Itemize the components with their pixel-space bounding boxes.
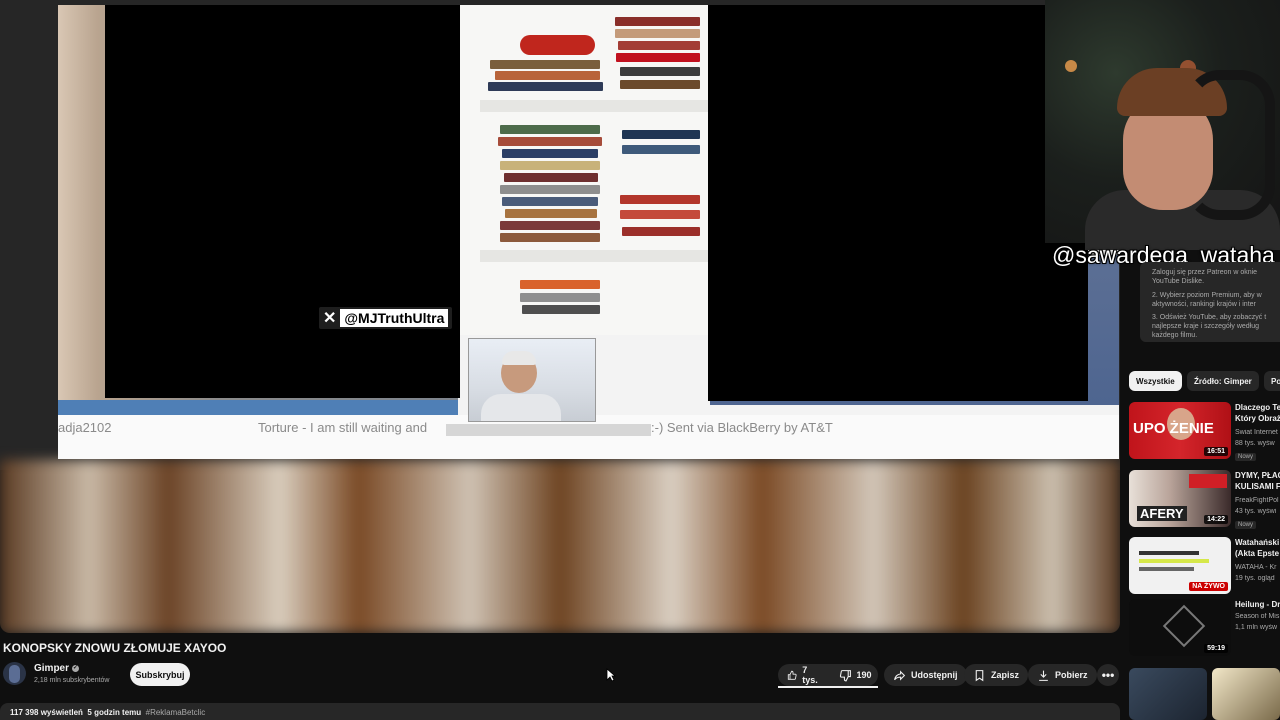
recommendation-stats: 88 tys. wyśw bbox=[1235, 440, 1275, 447]
video-blue-strip bbox=[58, 400, 458, 415]
thumbnail-text: UPO ŻENIE bbox=[1133, 420, 1214, 437]
recommendation-stats: 19 tys. ogląd bbox=[1235, 575, 1275, 582]
video-frame: adja2102 Torture - I am still waiting an… bbox=[58, 5, 1119, 459]
extension-text: 2. Wybierz poziom Premium, aby w bbox=[1152, 292, 1262, 299]
extension-text: najlepsze kraje i szczegóły według bbox=[1152, 323, 1259, 330]
extension-text: każdego filmu. bbox=[1152, 332, 1198, 339]
rune-icon bbox=[1162, 604, 1206, 648]
recommendation-thumbnail[interactable] bbox=[1212, 668, 1280, 720]
video-title: KONOPSKY ZNOWU ZŁOMUJE XAYOO bbox=[3, 641, 227, 655]
extension-text: YouTube Dislike. bbox=[1152, 278, 1205, 285]
streamer-webcam bbox=[1045, 0, 1280, 250]
recommendation-stats: 43 tys. wyświ bbox=[1235, 508, 1277, 515]
view-count: 117 398 wyświetleń bbox=[10, 708, 83, 717]
video-duration: 14:22 bbox=[1204, 515, 1228, 524]
caption-left: adja2102 bbox=[58, 420, 112, 435]
like-ratio-bar bbox=[778, 686, 878, 688]
share-button[interactable]: Udostępnij bbox=[884, 664, 967, 686]
save-label: Zapisz bbox=[991, 670, 1020, 680]
new-badge: Nowy bbox=[1235, 453, 1257, 461]
like-dislike-group: 7 tys. 190 bbox=[778, 664, 878, 686]
redacted-block-left bbox=[105, 5, 460, 398]
recommendation-channel[interactable]: Season of Mis bbox=[1235, 613, 1280, 620]
chip-all[interactable]: Wszystkie bbox=[1129, 371, 1182, 391]
recommendation-channel[interactable]: FreakFightPol bbox=[1235, 497, 1280, 504]
recommendation-thumbnail[interactable]: NA ŻYWO bbox=[1129, 537, 1231, 594]
recommendation-thumbnail[interactable] bbox=[1129, 668, 1207, 720]
download-icon bbox=[1039, 670, 1048, 681]
recommendation-thumbnail[interactable]: UPO ŻENIE 16:51 bbox=[1129, 402, 1231, 459]
x-handle-text: @MJTruthUltra bbox=[340, 309, 449, 327]
like-count: 7 tys. bbox=[802, 665, 818, 685]
extension-text: 3. Odśwież YouTube, aby zobaczyć t bbox=[1152, 314, 1267, 321]
recommendation-title-line2[interactable]: (Akta Epste bbox=[1235, 549, 1280, 559]
recommendation-title[interactable]: Watahański bbox=[1235, 538, 1280, 548]
video-player[interactable]: adja2102 Torture - I am still waiting an… bbox=[0, 0, 1120, 633]
share-label: Udostępnij bbox=[911, 670, 958, 680]
recommendation-thumbnail[interactable]: 59:19 bbox=[1129, 599, 1231, 656]
video-inset-speaker bbox=[468, 338, 596, 422]
redacted-block-right bbox=[708, 5, 1088, 401]
thumbnail-text: AFERY bbox=[1137, 506, 1187, 521]
caption-redaction bbox=[446, 424, 651, 436]
recommendation-title-line2[interactable]: KULISAMI F bbox=[1235, 482, 1280, 492]
cursor-icon bbox=[606, 668, 616, 682]
recommendation-channel[interactable]: WATAHA - Kr bbox=[1235, 564, 1280, 571]
video-duration: 59:19 bbox=[1204, 644, 1228, 653]
save-button[interactable]: Zapisz bbox=[964, 664, 1029, 686]
channel-avatar[interactable] bbox=[3, 662, 26, 685]
channel-name-text[interactable]: Gimper bbox=[34, 663, 69, 674]
recommendation-stats: 1,1 mln wyśw bbox=[1235, 624, 1278, 631]
more-actions-button[interactable]: ••• bbox=[1097, 664, 1119, 686]
recommendation-item[interactable]: 59:19 Heilung - Dr Season of Mis 1,1 mln… bbox=[1129, 599, 1280, 659]
verified-icon: ✓ bbox=[72, 665, 80, 672]
caption-right: :-) Sent via BlackBerry by AT&T bbox=[651, 420, 833, 435]
live-badge: NA ŻYWO bbox=[1189, 582, 1228, 591]
recommendation-title[interactable]: DYMY, PŁAC bbox=[1235, 471, 1280, 481]
hashtag-link[interactable]: #ReklamaBetclic bbox=[146, 708, 206, 717]
upload-time: 5 godzin temu bbox=[87, 708, 142, 717]
download-button[interactable]: Pobierz bbox=[1028, 664, 1097, 686]
video-blurred-bottom bbox=[0, 460, 1120, 633]
description-stats: 117 398 wyświetleń 5 godzin temu #Reklam… bbox=[10, 708, 205, 717]
extension-text: Zaloguj się przez Patreon w oknie bbox=[1152, 269, 1258, 276]
recommendation-title[interactable]: Heilung - Dr bbox=[1235, 600, 1280, 610]
subscribe-button[interactable]: Subskrybuj bbox=[130, 663, 190, 686]
dislike-button[interactable]: 190 bbox=[830, 664, 881, 686]
channel-name[interactable]: Gimper ✓ bbox=[34, 663, 80, 674]
new-badge: Nowy bbox=[1235, 521, 1257, 529]
caption-mid: Torture - I am still waiting and bbox=[258, 420, 428, 435]
recommendation-item[interactable]: AFERY 14:22 DYMY, PŁAC KULISAMI F FreakF… bbox=[1129, 470, 1280, 530]
video-duration: 16:51 bbox=[1204, 447, 1228, 456]
bookshelf-scene bbox=[460, 5, 710, 335]
recommendation-item[interactable]: UPO ŻENIE 16:51 Dlaczego Te Który Obraż … bbox=[1129, 402, 1280, 462]
extension-text: aktywności, rankingi krajów i inter bbox=[1152, 301, 1256, 308]
download-label: Pobierz bbox=[1055, 670, 1088, 680]
x-handle-tag: ✕ @MJTruthUltra bbox=[319, 307, 453, 329]
dislike-count: 190 bbox=[856, 670, 872, 680]
recommendation-thumbnail[interactable]: AFERY 14:22 bbox=[1129, 470, 1231, 527]
headset-icon bbox=[1185, 70, 1275, 220]
chip-source-gimper[interactable]: Źródło: Gimper bbox=[1187, 371, 1259, 391]
x-logo-icon: ✕ bbox=[323, 310, 337, 327]
recommendation-title-line2[interactable]: Który Obraż bbox=[1235, 414, 1280, 424]
like-button[interactable]: 7 tys. bbox=[778, 664, 830, 686]
thumbs-up-icon bbox=[787, 670, 797, 680]
bookmark-icon bbox=[975, 669, 984, 681]
recommendation-item[interactable]: NA ŻYWO Watahański (Akta Epste WATAHA - … bbox=[1129, 537, 1280, 597]
recommendation-title[interactable]: Dlaczego Te bbox=[1235, 403, 1280, 413]
share-icon bbox=[894, 669, 906, 681]
recommendation-channel[interactable]: Świat Internet bbox=[1235, 429, 1280, 436]
chip-more[interactable]: Po bbox=[1264, 371, 1280, 391]
thumbs-down-icon bbox=[839, 669, 851, 681]
subscriber-count: 2,18 mln subskrybentów bbox=[34, 677, 110, 684]
